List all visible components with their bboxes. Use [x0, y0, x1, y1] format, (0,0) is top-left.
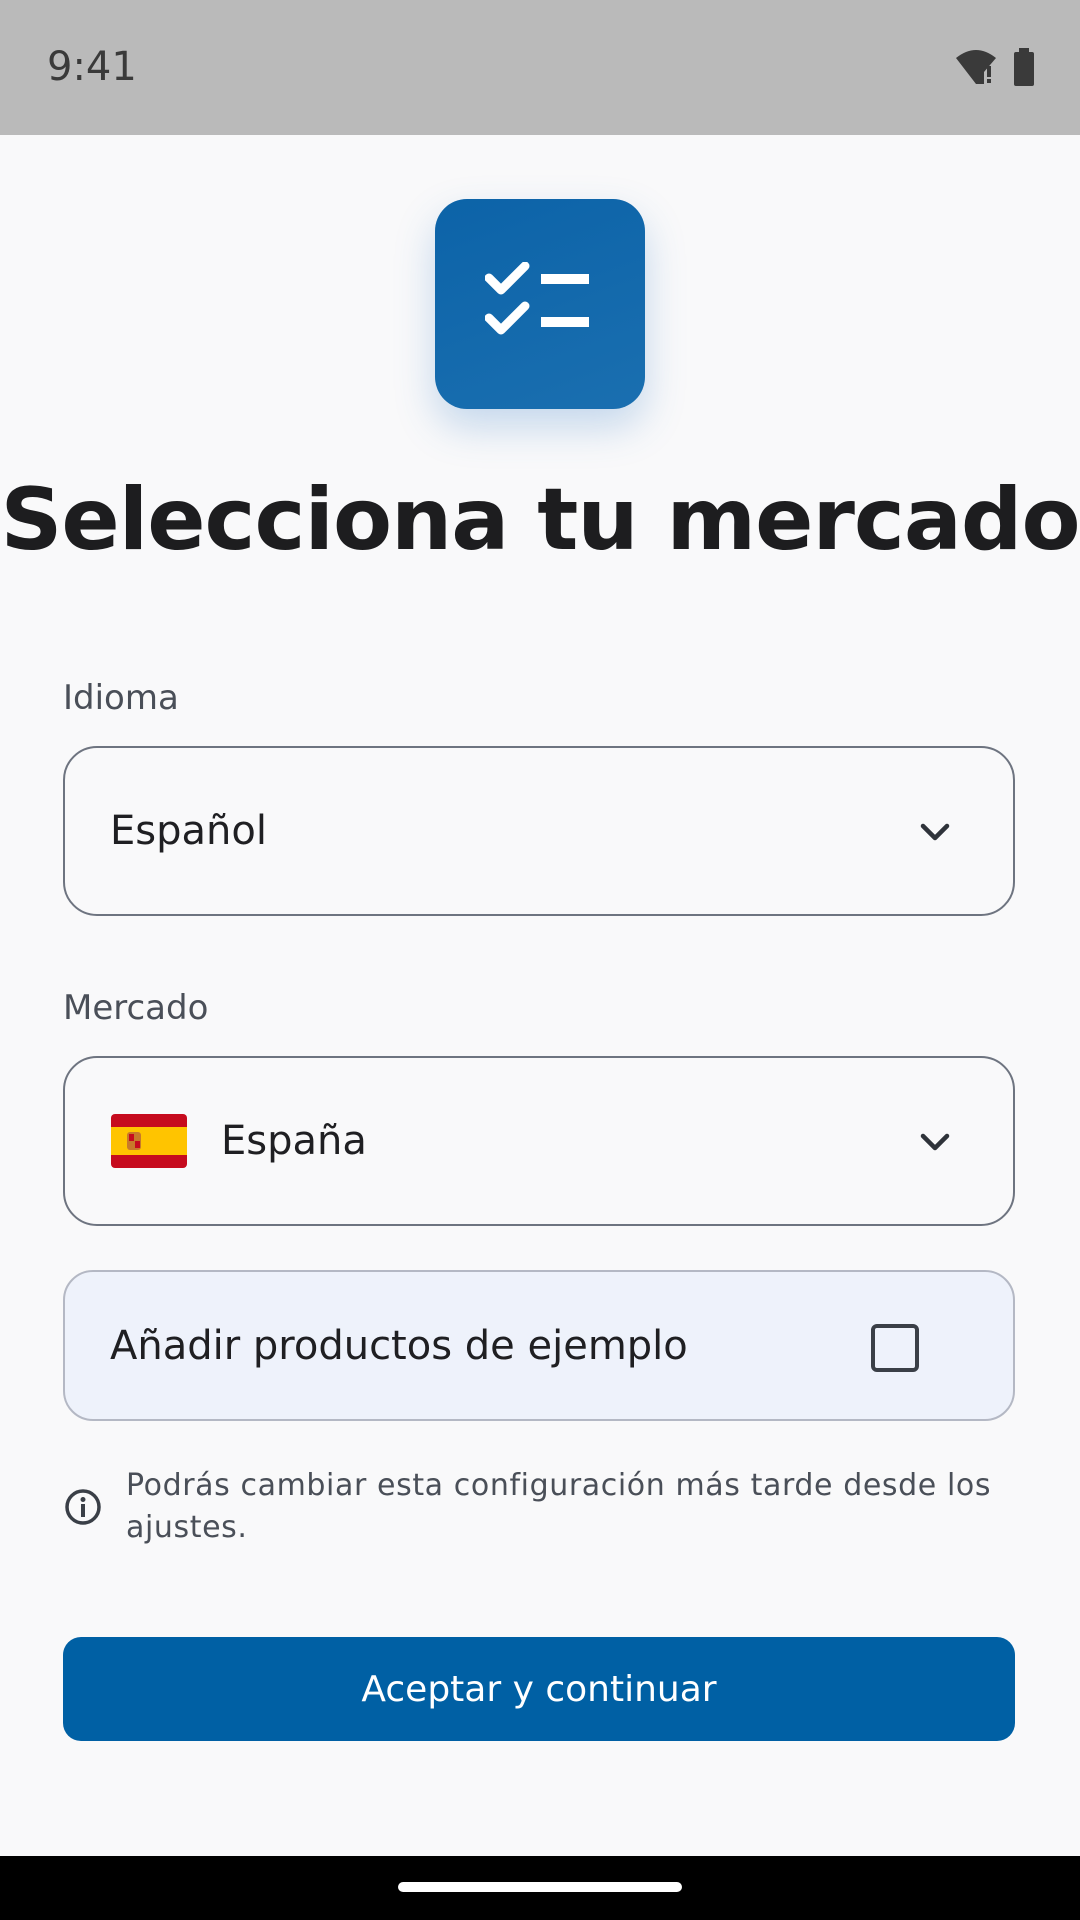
language-value: Español	[110, 808, 267, 854]
status-bar: 9:41	[0, 0, 1080, 135]
sample-products-toggle-row[interactable]: Añadir productos de ejemplo	[63, 1270, 1015, 1421]
home-indicator[interactable]	[398, 1882, 682, 1892]
language-label: Idioma	[63, 678, 179, 718]
status-time: 9:41	[47, 44, 137, 90]
market-label: Mercado	[63, 988, 209, 1028]
sample-products-label: Añadir productos de ejemplo	[110, 1322, 688, 1369]
accept-continue-button[interactable]: Aceptar y continuar	[63, 1637, 1015, 1741]
info-icon	[63, 1487, 103, 1527]
checklist-icon	[484, 261, 595, 346]
page-title: Selecciona tu mercado	[0, 470, 1080, 570]
spain-flag-icon	[111, 1114, 187, 1168]
wifi-alert-icon	[954, 48, 998, 90]
sample-products-checkbox[interactable]	[871, 1324, 919, 1372]
battery-icon	[1012, 48, 1036, 90]
app-logo	[435, 199, 645, 409]
info-text: Podrás cambiar esta configuración más ta…	[126, 1468, 992, 1545]
language-select[interactable]: Español	[63, 746, 1015, 916]
chevron-down-icon	[915, 1122, 955, 1162]
market-select[interactable]: España	[63, 1056, 1015, 1226]
navigation-bar	[0, 1856, 1080, 1920]
market-value: España	[221, 1118, 367, 1164]
status-icons	[954, 48, 1036, 90]
chevron-down-icon	[915, 812, 955, 852]
